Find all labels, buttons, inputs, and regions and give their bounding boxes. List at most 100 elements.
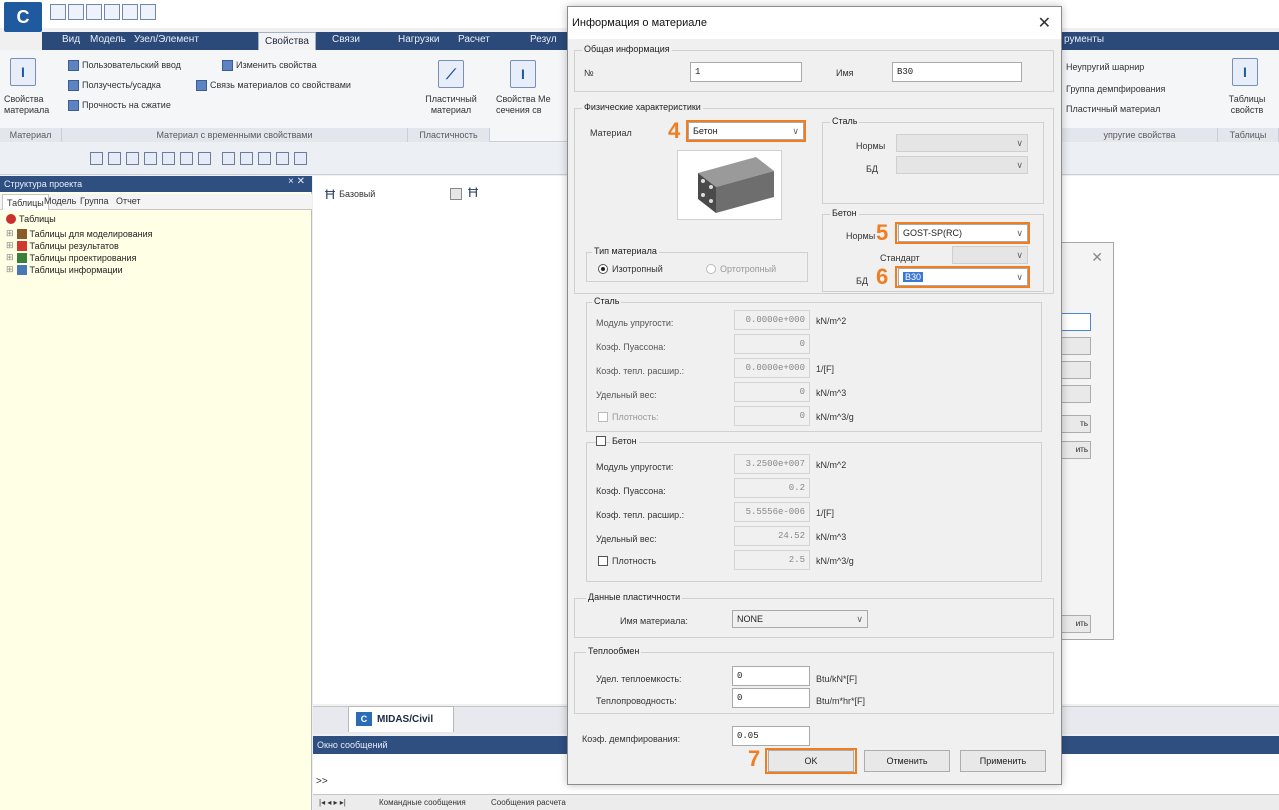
steel-db-select[interactable]: ∨ xyxy=(896,156,1028,174)
open-file-icon[interactable] xyxy=(68,4,84,20)
close-icon[interactable]: ✕ xyxy=(1091,249,1103,266)
back-dialog-button-3[interactable] xyxy=(1061,361,1091,379)
tree-root[interactable]: Таблицы xyxy=(6,214,56,224)
tab-node-element[interactable]: Узел/Элемент xyxy=(134,34,199,45)
view-selector[interactable]: Ħ Базовый xyxy=(325,186,375,202)
plastic-material-menu[interactable]: Пластичный материал xyxy=(1066,104,1160,115)
back-dialog-button-2[interactable] xyxy=(1061,337,1091,355)
open-folder-icon[interactable] xyxy=(86,4,102,20)
select-icon[interactable] xyxy=(126,152,139,165)
concrete-thermal-input[interactable]: 5.5556e-006 xyxy=(734,502,810,522)
isotropic-radio[interactable] xyxy=(598,264,608,274)
steel-weight-input[interactable]: 0 xyxy=(734,382,810,402)
apply-button[interactable]: Применить xyxy=(960,750,1046,772)
steel-density-checkbox[interactable] xyxy=(598,412,608,422)
section-properties-icon[interactable]: I xyxy=(510,60,536,88)
deactivate-icon[interactable] xyxy=(276,152,289,165)
save-icon[interactable] xyxy=(104,4,120,20)
creep-shrinkage-button[interactable]: Ползучесть/усадка xyxy=(82,80,161,91)
steel-norms-select[interactable]: ∨ xyxy=(896,134,1028,152)
concrete-density-input[interactable]: 2.5 xyxy=(734,550,810,570)
cancel-button[interactable]: Отменить xyxy=(864,750,950,772)
user-input-button[interactable]: Пользовательский ввод xyxy=(82,60,181,71)
orthotropic-radio[interactable] xyxy=(706,264,716,274)
heat-conductivity-input[interactable]: 0 xyxy=(732,688,810,708)
tab-analysis[interactable]: Расчет xyxy=(458,34,490,45)
tab-analysis-messages[interactable]: Сообщения расчета xyxy=(491,798,566,807)
plasticity-name-value: NONE xyxy=(737,614,764,624)
compressive-strength-button[interactable]: Прочность на сжатие xyxy=(82,100,171,111)
change-properties-button[interactable]: Изменить свойства xyxy=(236,60,317,71)
material-properties-icon[interactable]: I xyxy=(10,58,36,86)
filter-icon[interactable] xyxy=(144,152,157,165)
concrete-weight-input[interactable]: 24.52 xyxy=(734,526,810,546)
element-icon[interactable] xyxy=(240,152,253,165)
property-tables-button[interactable]: Таблицы свойств xyxy=(1226,94,1268,116)
material-properties-button[interactable]: Свойства материала xyxy=(4,94,49,116)
snap-icon[interactable] xyxy=(108,152,121,165)
heat-capacity-input[interactable]: 0 xyxy=(732,666,810,686)
tab-model[interactable]: Модель xyxy=(90,34,126,45)
tab-loads[interactable]: Нагрузки xyxy=(398,34,439,45)
concrete-density-checkbox[interactable] xyxy=(598,556,608,566)
damping-input[interactable]: 0.05 xyxy=(732,726,810,746)
grid-icon[interactable] xyxy=(90,152,103,165)
close-icon[interactable]: ✕ xyxy=(1038,13,1051,33)
step-5-marker: 5 xyxy=(876,220,889,245)
tree-root-label: Таблицы xyxy=(19,214,56,224)
steel-density-input[interactable]: 0 xyxy=(734,406,810,426)
tab-view[interactable]: Вид xyxy=(62,34,80,45)
number-input[interactable]: 1 xyxy=(690,62,802,82)
inelastic-hinge-button[interactable]: Неупругий шарнир xyxy=(1066,62,1144,73)
tree-item-information[interactable]: ⊞ Таблицы информации xyxy=(6,264,123,275)
new-file-icon[interactable] xyxy=(50,4,66,20)
tab-tools[interactable]: рументы xyxy=(1064,34,1104,45)
tree-tab-group[interactable]: Группа xyxy=(80,196,109,206)
concrete-poisson-input[interactable]: 0.2 xyxy=(734,478,810,498)
concrete-collapse-icon[interactable] xyxy=(596,436,606,446)
property-tables-icon[interactable]: I xyxy=(1232,58,1258,86)
tree-item-modeling[interactable]: ⊞ Таблицы для моделирования xyxy=(6,228,152,239)
view-mode-icon[interactable]: Ħ xyxy=(468,184,478,200)
back-dialog-button-add[interactable] xyxy=(1061,313,1091,331)
window-select-icon[interactable] xyxy=(162,152,175,165)
section-properties-button[interactable]: Свойства Ме сечения св xyxy=(496,94,568,116)
app-logo[interactable]: C xyxy=(4,2,42,32)
close-icon[interactable]: × ✕ xyxy=(288,176,305,187)
beam-section-image xyxy=(677,150,782,220)
tab-properties[interactable]: Свойства xyxy=(258,32,316,50)
polygon-select-icon[interactable] xyxy=(180,152,193,165)
standard-select[interactable]: ∨ xyxy=(952,246,1028,264)
link-material-button[interactable]: Связь материалов со свойствами xyxy=(210,80,351,91)
print-icon[interactable] xyxy=(122,4,138,20)
tree-tab-tables[interactable]: Таблицы xyxy=(2,194,49,210)
tab-boundaries[interactable]: Связи xyxy=(332,34,360,45)
damping-group-button[interactable]: Группа демпфирования xyxy=(1066,84,1165,95)
screen-icon[interactable] xyxy=(140,4,156,20)
concrete-elastic-input[interactable]: 3.2500e+007 xyxy=(734,454,810,474)
steel-poisson-input[interactable]: 0 xyxy=(734,334,810,354)
tree-item-design[interactable]: ⊞ Таблицы проектирования xyxy=(6,252,136,263)
back-dialog-button-5[interactable]: ть xyxy=(1061,415,1091,433)
steel-elastic-input[interactable]: 0.0000e+000 xyxy=(734,310,810,330)
plastic-material-button[interactable]: Пластичный материал xyxy=(420,94,482,116)
tree-tab-report[interactable]: Отчет xyxy=(116,196,141,206)
nav-arrows-icon[interactable]: |◂ ◂ ▸ ▸| xyxy=(319,798,346,807)
pointer-icon[interactable] xyxy=(294,152,307,165)
plastic-material-icon[interactable]: ⟋ xyxy=(438,60,464,88)
tree-tab-model[interactable]: Модель xyxy=(44,196,76,206)
activate-icon[interactable] xyxy=(258,152,271,165)
tab-results[interactable]: Резул xyxy=(530,34,557,45)
tab-command-messages[interactable]: Командные сообщения xyxy=(379,798,466,807)
command-prompt[interactable]: >> xyxy=(316,776,328,787)
node-icon[interactable] xyxy=(222,152,235,165)
name-input[interactable]: B30 xyxy=(892,62,1022,82)
view-dropdown-icon[interactable] xyxy=(450,188,462,200)
back-dialog-button-4[interactable] xyxy=(1061,385,1091,403)
tree-item-results[interactable]: ⊞ Таблицы результатов xyxy=(6,240,119,251)
back-dialog-button-6[interactable]: ить xyxy=(1061,441,1091,459)
plasticity-name-select[interactable]: NONE ∨ xyxy=(732,610,868,628)
steel-thermal-input[interactable]: 0.0000e+000 xyxy=(734,358,810,378)
unselect-icon[interactable] xyxy=(198,152,211,165)
back-dialog-button-close[interactable]: ить xyxy=(1061,615,1091,633)
